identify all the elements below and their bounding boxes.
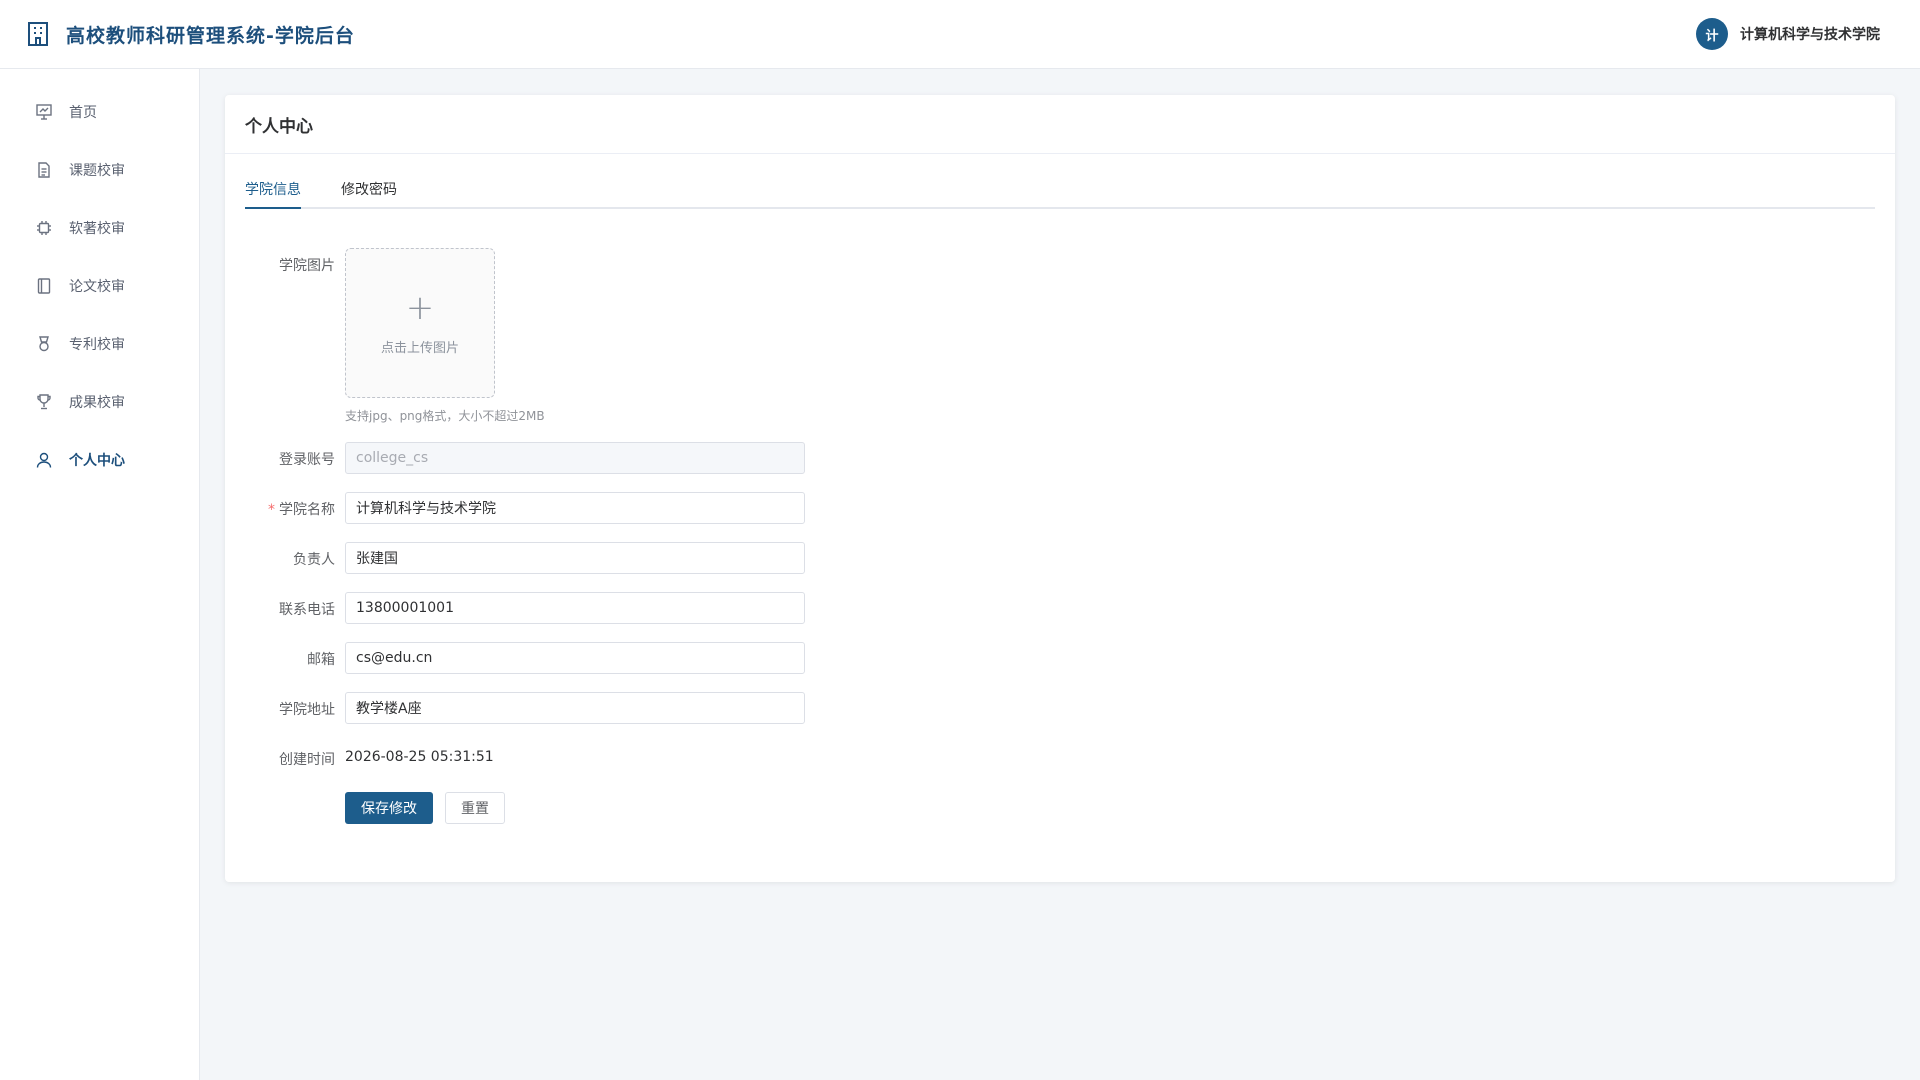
- sidebar: 首页 课题校审 软著校审 论文校审 专利校审 成果校审 个人中心: [0, 69, 200, 1080]
- email-label: 邮箱: [307, 652, 335, 668]
- tab-change-password[interactable]: 修改密码: [341, 179, 397, 207]
- required-mark: *: [268, 502, 275, 518]
- upload-hint: 支持jpg、png格式，大小不超过2MB: [345, 409, 545, 423]
- sidebar-item-label: 软著校审: [69, 221, 125, 237]
- medal-icon: [35, 335, 53, 353]
- upload-text: 点击上传图片: [380, 340, 459, 356]
- email-input[interactable]: [345, 642, 805, 674]
- tab-bar: 学院信息 修改密码: [245, 179, 1875, 209]
- profile-card: 个人中心 学院信息 修改密码 学院图片 + 点击上传图片 支持jpg、png格式…: [225, 95, 1895, 882]
- reset-button[interactable]: 重置: [445, 792, 505, 824]
- college-name-label-text: 学院名称: [279, 502, 335, 518]
- user-menu[interactable]: 计 计算机科学与技术学院: [1696, 18, 1880, 50]
- top-header: 高校教师科研管理系统-学院后台 计 计算机科学与技术学院: [0, 0, 1920, 69]
- sidebar-item-label: 成果校审: [69, 395, 125, 411]
- plus-icon: +: [405, 287, 435, 328]
- tab-college-info[interactable]: 学院信息: [245, 179, 301, 209]
- leader-input[interactable]: [345, 542, 805, 574]
- sidebar-item-software-review[interactable]: 软著校审: [0, 199, 199, 257]
- created-time-label: 创建时间: [279, 752, 335, 768]
- sidebar-item-label: 课题校审: [69, 163, 125, 179]
- building-icon: [26, 21, 50, 47]
- college-name-input[interactable]: [345, 492, 805, 524]
- image-upload-box[interactable]: + 点击上传图片: [345, 248, 495, 398]
- address-label: 学院地址: [279, 702, 335, 718]
- account-label: 登录账号: [279, 452, 335, 468]
- sidebar-item-label: 首页: [69, 105, 97, 121]
- user-name[interactable]: 计算机科学与技术学院: [1740, 24, 1880, 44]
- sidebar-item-home[interactable]: 首页: [0, 83, 199, 141]
- created-time-value: 2026-08-25 05:31:51: [345, 749, 494, 765]
- save-button[interactable]: 保存修改: [345, 792, 433, 824]
- app-title: 高校教师科研管理系统-学院后台: [66, 24, 355, 47]
- user-icon: [35, 451, 53, 469]
- avatar[interactable]: 计: [1696, 18, 1728, 50]
- brand: 高校教师科研管理系统-学院后台: [26, 21, 355, 48]
- leader-label: 负责人: [293, 552, 335, 568]
- sidebar-item-paper-review[interactable]: 论文校审: [0, 257, 199, 315]
- college-name-label: * 学院名称: [225, 499, 335, 519]
- image-label: 学院图片: [279, 258, 335, 274]
- sidebar-item-label: 专利校审: [69, 337, 125, 353]
- document-icon: [35, 161, 53, 179]
- phone-input[interactable]: [345, 592, 805, 624]
- sidebar-item-patent-review[interactable]: 专利校审: [0, 315, 199, 373]
- sidebar-item-profile[interactable]: 个人中心: [0, 431, 199, 489]
- page-title: 个人中心: [225, 95, 1895, 154]
- address-input[interactable]: [345, 692, 805, 724]
- sidebar-item-topic-review[interactable]: 课题校审: [0, 141, 199, 199]
- chip-icon: [35, 219, 53, 237]
- sidebar-item-label: 论文校审: [69, 279, 125, 295]
- notebook-icon: [35, 277, 53, 295]
- trophy-icon: [35, 393, 53, 411]
- sidebar-item-achievement-review[interactable]: 成果校审: [0, 373, 199, 431]
- account-input: [345, 442, 805, 474]
- sidebar-item-label: 个人中心: [69, 453, 125, 469]
- phone-label: 联系电话: [279, 602, 335, 618]
- dashboard-icon: [35, 103, 53, 121]
